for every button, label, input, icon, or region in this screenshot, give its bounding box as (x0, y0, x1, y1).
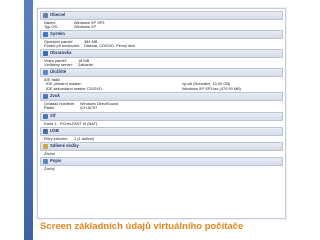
section-header-shared-folders[interactable]: Sdílené složky (40, 142, 283, 151)
section-title: Popis (50, 158, 62, 164)
section-title: Úložiště (50, 69, 67, 75)
detail-row: IDE sekundární master CD/DVD: Windows XP … (44, 85, 283, 91)
audio-icon (43, 94, 48, 99)
slide: Obecné Název: Windows XP SP3 Typ OS: Windo… (0, 0, 320, 240)
detail-label: Karta 1: (44, 121, 58, 126)
section-title: Obrazovka (50, 50, 72, 56)
detail-row: Žádný (44, 166, 283, 171)
description-icon (43, 159, 48, 164)
section-title: Zvuk (50, 93, 60, 99)
display-icon (43, 51, 48, 56)
section-title: Síť (50, 113, 56, 119)
detail-row: Řadič: ICH AC97 (44, 105, 283, 111)
section-header-system[interactable]: Systém (40, 30, 283, 39)
detail-row: Žádné (44, 151, 283, 156)
accent-bar (24, 0, 33, 240)
system-icon (43, 32, 48, 37)
section-title: Systém (50, 31, 65, 37)
section-usb: USB Filtry zařízení: 1 (1 aktivní) (40, 127, 283, 141)
shared-folders-icon (43, 144, 48, 149)
section-header-audio[interactable]: Zvuk (40, 92, 283, 101)
detail-value: 1 (1 aktivní) (74, 136, 95, 141)
detail-label: IDE sekundární master CD/DVD: (46, 85, 103, 91)
section-general: Obecné Název: Windows XP SP3 Typ OS: Windo… (40, 11, 283, 30)
section-title: Sdílené složky (50, 143, 79, 149)
detail-row: Filtry zařízení: 1 (1 aktivní) (44, 136, 283, 141)
section-header-storage[interactable]: Úložiště (40, 68, 283, 77)
detail-value: ICH AC97 (80, 105, 98, 111)
section-header-display[interactable]: Obrazovka (40, 49, 283, 58)
section-header-general[interactable]: Obecné (40, 11, 283, 20)
usb-icon (43, 129, 48, 134)
detail-label: Řadič: (44, 105, 56, 111)
section-shared-folders: Sdílené složky Žádné (40, 142, 283, 156)
section-audio: Zvuk Ovladač hostitele: Windows DirectSou… (40, 92, 283, 111)
vm-details-screenshot: Obecné Název: Windows XP SP3 Typ OS: Windo… (37, 8, 286, 219)
slide-caption: Screen základních údajů virtuálního počí… (40, 221, 244, 232)
section-header-usb[interactable]: USB (40, 127, 283, 136)
detail-row: Karta 1: PCnet-FAST III (NAT) (44, 121, 283, 126)
section-network: Síť Karta 1: PCnet-FAST III (NAT) (40, 112, 283, 126)
section-title: Obecné (50, 12, 66, 18)
detail-label: Filtry zařízení: (44, 136, 69, 141)
network-icon (43, 114, 48, 119)
storage-icon (43, 70, 48, 75)
detail-value: Žádné (44, 151, 56, 156)
section-display: Obrazovka Video paměť: 18 MB Vzdálený ser… (40, 49, 283, 68)
detail-value: PCnet-FAST III (NAT) (60, 121, 98, 126)
section-description: Popis Žádný (40, 157, 283, 171)
section-header-network[interactable]: Síť (40, 112, 283, 121)
section-storage: Úložiště IDE řadič IDE primární master: x… (40, 68, 283, 91)
section-header-description[interactable]: Popis (40, 157, 283, 166)
section-title: USB (50, 128, 59, 134)
general-icon (43, 13, 48, 18)
detail-value: Žádný (44, 166, 55, 171)
section-system: Systém Operační paměť: 384 MB Pořadí při … (40, 30, 283, 49)
detail-value: Windows XP SP3.iso (470,90 MB) (182, 85, 241, 91)
